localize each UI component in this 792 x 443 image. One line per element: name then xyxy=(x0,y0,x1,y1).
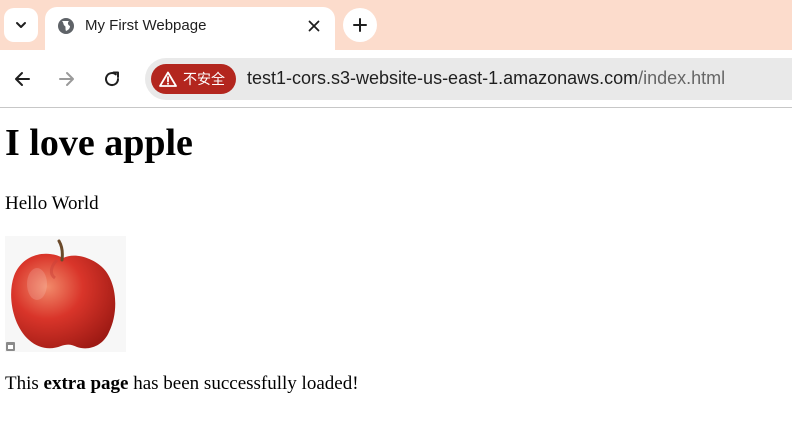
status-prefix: This xyxy=(5,373,44,394)
close-icon xyxy=(308,20,320,32)
hello-paragraph: Hello World xyxy=(5,193,99,214)
page-content: I love apple Hello World This extra page… xyxy=(0,109,792,443)
status-suffix: has been successfully loaded! xyxy=(128,373,359,394)
status-bold: extra page xyxy=(43,373,129,394)
reload-button[interactable] xyxy=(99,66,125,92)
globe-icon xyxy=(58,18,74,34)
plus-icon xyxy=(353,18,367,32)
browser-toolbar: 不安全 test1-cors.s3-website-us-east-1.amaz… xyxy=(0,50,792,108)
security-label: 不安全 xyxy=(183,71,225,87)
chevron-down-icon xyxy=(16,22,26,28)
forward-button[interactable] xyxy=(54,66,80,92)
address-bar[interactable]: 不安全 test1-cors.s3-website-us-east-1.amaz… xyxy=(145,58,792,100)
status-paragraph: This extra page has been successfully lo… xyxy=(5,373,359,395)
arrow-right-icon xyxy=(59,72,74,86)
back-button[interactable] xyxy=(9,66,35,92)
url-path: /index.html xyxy=(638,68,726,88)
tab-strip: My First Webpage xyxy=(0,0,792,50)
page-heading: I love apple xyxy=(5,122,193,164)
url-host: test1-cors.s3-website-us-east-1.amazonaw… xyxy=(247,68,639,88)
security-warning-chip[interactable]: 不安全 xyxy=(151,64,236,94)
url-text[interactable]: test1-cors.s3-website-us-east-1.amazonaw… xyxy=(247,68,725,89)
new-tab-button[interactable] xyxy=(343,8,377,42)
close-tab-button[interactable] xyxy=(303,15,325,37)
active-tab[interactable]: My First Webpage xyxy=(45,7,335,50)
arrow-left-icon xyxy=(15,72,30,86)
apple-image xyxy=(5,236,126,352)
apple-illustration xyxy=(6,239,116,351)
tab-title: My First Webpage xyxy=(85,17,207,34)
warning-icon xyxy=(159,71,177,87)
reload-icon xyxy=(105,71,120,87)
tab-search-button[interactable] xyxy=(4,8,38,42)
